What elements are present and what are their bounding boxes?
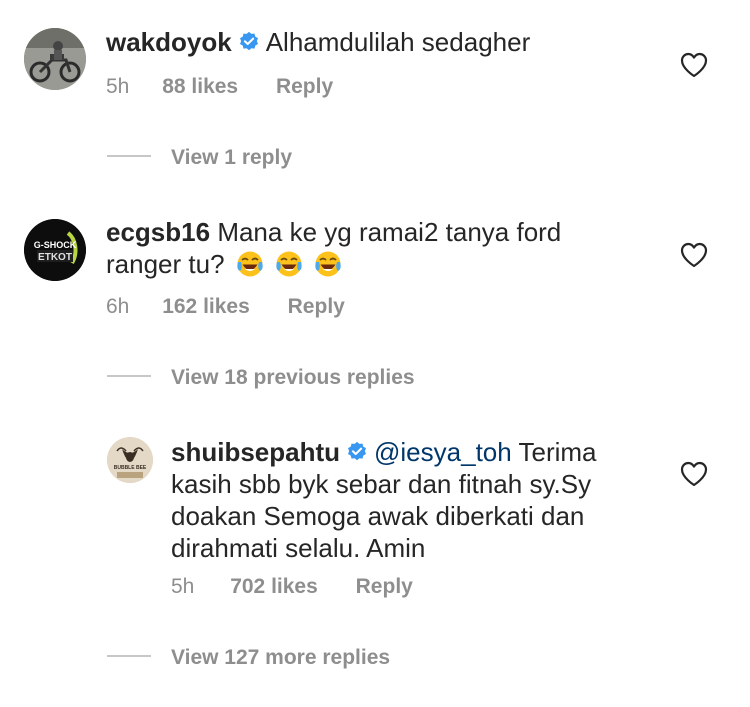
reply-button[interactable]: Reply <box>288 295 345 319</box>
like-heart-icon[interactable] <box>680 242 708 268</box>
face-with-tears-of-joy-icon <box>237 251 263 277</box>
username[interactable]: wakdoyok <box>106 27 232 57</box>
comment-line-1: ecgsb16 Mana ke yg ramai2 tanya ford <box>106 216 666 248</box>
avatar[interactable]: BUBBLE BEE <box>107 437 153 483</box>
reply-button[interactable]: Reply <box>276 75 333 99</box>
comment-wakdoyok: wakdoyok Alhamdulilah sedagher 5h 88 like… <box>0 0 750 190</box>
avatar-text-bottom: ETKOT <box>38 252 72 263</box>
avatar-motorcycle-image <box>24 28 86 90</box>
view-replies-label: View 127 more replies <box>171 646 391 669</box>
avatar[interactable] <box>24 28 86 90</box>
like-heart-icon[interactable] <box>680 52 708 78</box>
avatar[interactable]: G-SHOCK ETKOT <box>24 219 86 281</box>
verified-badge-icon <box>239 31 258 51</box>
comment-meta: 6h 162 likes Reply <box>106 295 345 319</box>
view-replies-button[interactable]: View 1 reply <box>107 146 292 170</box>
avatar-bubble-bee-logo: BUBBLE BEE <box>107 437 153 483</box>
comment-line-2: ranger tu? <box>106 248 666 280</box>
view-replies-button[interactable]: View 127 more replies <box>107 646 390 670</box>
comment-body: shuibsepahtu @iesya_toh Terima kasih sbb … <box>171 436 651 564</box>
like-heart-icon[interactable] <box>680 461 708 487</box>
likes-count[interactable]: 88 likes <box>162 75 238 99</box>
timestamp[interactable]: 5h <box>106 75 129 99</box>
likes-count[interactable]: 702 likes <box>230 575 318 599</box>
view-replies-label: View 1 reply <box>171 146 293 169</box>
comment-body: ecgsb16 Mana ke yg ramai2 tanya ford ran… <box>106 216 666 280</box>
comment-meta: 5h 702 likes Reply <box>171 575 413 599</box>
face-with-tears-of-joy-icon <box>315 251 341 277</box>
reply-button[interactable]: Reply <box>356 575 413 599</box>
comment-line-2: kasih sbb byk sebar dan fitnah sy.Sy <box>171 469 592 499</box>
divider-line <box>107 155 151 158</box>
comment-line-3: doakan Semoga awak diberkati dan <box>171 501 585 531</box>
comment-ecgsb16: G-SHOCK ETKOT ecgsb16 Mana ke yg ramai2 … <box>0 200 750 400</box>
avatar-text: BUBBLE BEE <box>114 465 147 471</box>
username[interactable]: shuibsepahtu <box>171 437 340 467</box>
username[interactable]: ecgsb16 <box>106 217 210 247</box>
comment-text: Alhamdulilah sedagher <box>265 27 531 57</box>
avatar-text-top: G-SHOCK <box>34 240 77 250</box>
verified-badge-icon <box>348 441 366 461</box>
divider-line <box>107 655 151 658</box>
comment-line-1: shuibsepahtu @iesya_toh Terima <box>171 436 651 468</box>
face-with-tears-of-joy-icon <box>276 251 302 277</box>
view-replies-label: View 18 previous replies <box>171 366 415 389</box>
reply-shuibsepahtu: BUBBLE BEE shuibsepahtu @iesya_toh Terima… <box>0 420 750 707</box>
timestamp[interactable]: 6h <box>106 295 129 319</box>
comment-line-4: dirahmati selalu. Amin <box>171 533 426 563</box>
divider-line <box>107 375 151 378</box>
comment-body: wakdoyok Alhamdulilah sedagher <box>106 26 666 58</box>
view-replies-button[interactable]: View 18 previous replies <box>107 366 415 390</box>
comment-text-line1: Terima <box>518 437 597 467</box>
mention-link[interactable]: @iesya_toh <box>374 437 512 467</box>
comment-text-line1: Mana ke yg ramai2 tanya ford <box>217 217 562 247</box>
comment-meta: 5h 88 likes Reply <box>106 75 333 99</box>
likes-count[interactable]: 162 likes <box>162 295 250 319</box>
comment-text-line2: ranger tu? <box>106 249 225 279</box>
avatar-gshock-logo: G-SHOCK ETKOT <box>24 219 86 281</box>
timestamp[interactable]: 5h <box>171 575 194 599</box>
